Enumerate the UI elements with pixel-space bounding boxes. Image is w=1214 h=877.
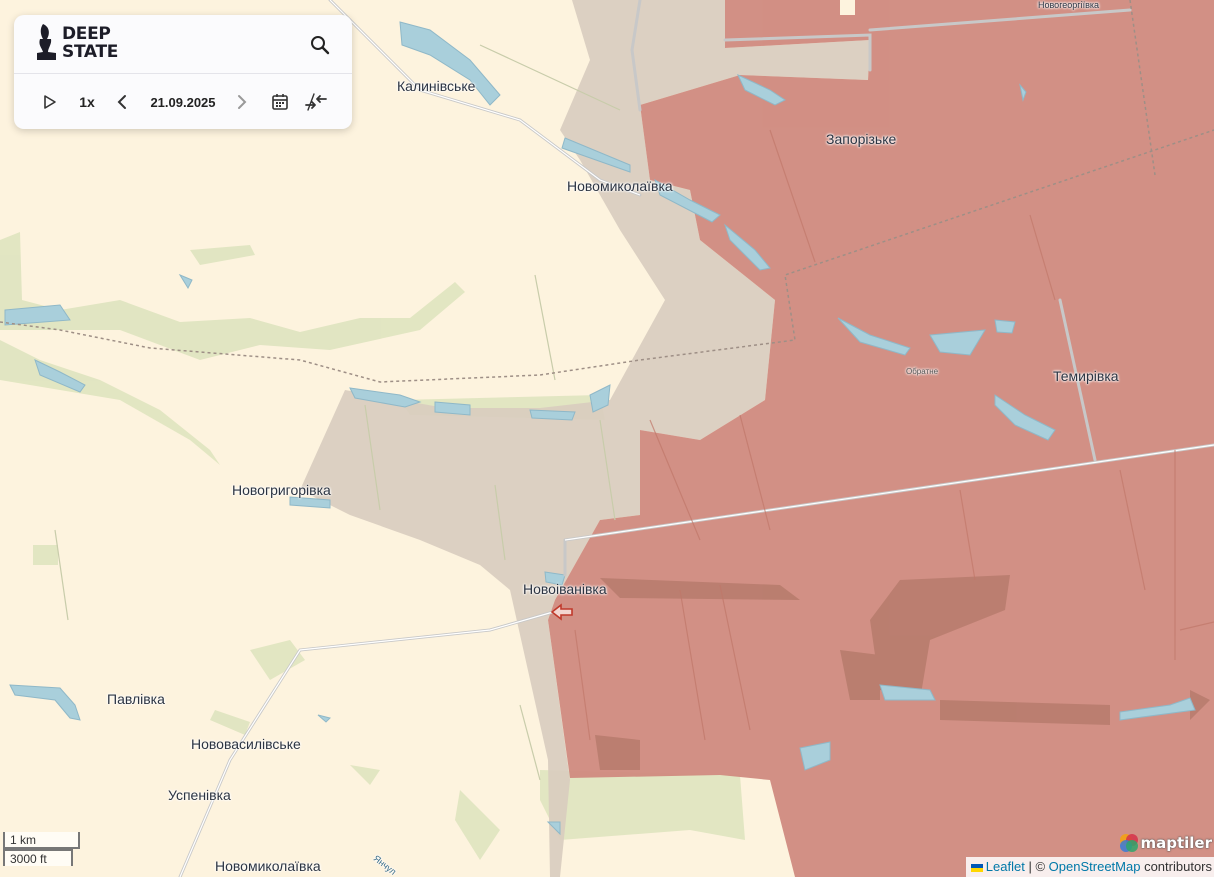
map-canvas[interactable] — [0, 0, 1214, 877]
place-label: Успенівка — [168, 787, 231, 803]
leaflet-link[interactable]: Leaflet — [986, 859, 1025, 874]
control-panel: DEEP STATE 1x 21.09.2025 — [14, 15, 352, 129]
current-date[interactable]: 21.09.2025 — [142, 92, 224, 112]
scale-bar: 1 km 3000 ft — [3, 832, 83, 866]
play-button[interactable] — [42, 92, 58, 112]
place-label: Калинівське — [397, 78, 476, 94]
place-label: Новоіванівка — [523, 581, 607, 597]
logo-wordmark: DEEP STATE — [62, 25, 118, 61]
search-button[interactable] — [308, 33, 332, 57]
logo-line-1: DEEP — [62, 24, 111, 44]
place-label: Запорізьке — [826, 131, 897, 147]
previous-date-button[interactable] — [114, 92, 130, 112]
compare-button[interactable] — [304, 92, 328, 112]
place-label: Обратне — [906, 367, 939, 376]
chevron-right-icon — [238, 95, 247, 109]
place-label: Новогеоргіївка — [1038, 0, 1099, 10]
place-label: Новомиколаївка — [215, 858, 321, 874]
attribution: Leaflet | © OpenStreetMap contributors — [965, 857, 1214, 877]
timeline-controls: 1x 21.09.2025 — [14, 74, 352, 130]
place-label: Новомиколаївка — [567, 178, 673, 194]
place-label: Новогригорівка — [232, 482, 331, 498]
calendar-icon — [272, 94, 288, 110]
place-label: Нововасилівське — [191, 736, 301, 752]
panel-header: DEEP STATE — [14, 15, 352, 74]
compare-icon — [305, 93, 327, 111]
scale-metric: 1 km — [3, 832, 80, 849]
place-label: Павлівка — [107, 691, 165, 707]
play-icon — [44, 95, 56, 109]
chevron-left-icon — [117, 95, 126, 109]
speed-button[interactable]: 1x — [76, 92, 98, 112]
maptiler-logo[interactable]: maptiler — [1118, 831, 1212, 855]
logo-line-2: STATE — [62, 42, 119, 62]
attribution-separator: | © — [1028, 859, 1046, 874]
scale-imperial: 3000 ft — [3, 849, 73, 866]
maptiler-logo-icon — [1120, 834, 1139, 852]
maptiler-logo-text: maptiler — [1140, 834, 1212, 852]
calendar-button[interactable] — [270, 92, 290, 112]
attribution-suffix: contributors — [1144, 859, 1212, 874]
logo-icon — [37, 24, 56, 60]
next-date-button[interactable] — [234, 92, 250, 112]
ukraine-flag-icon — [970, 863, 983, 872]
place-label: Темирівка — [1053, 368, 1119, 384]
search-icon — [311, 36, 330, 55]
openstreetmap-link[interactable]: OpenStreetMap — [1049, 859, 1141, 874]
